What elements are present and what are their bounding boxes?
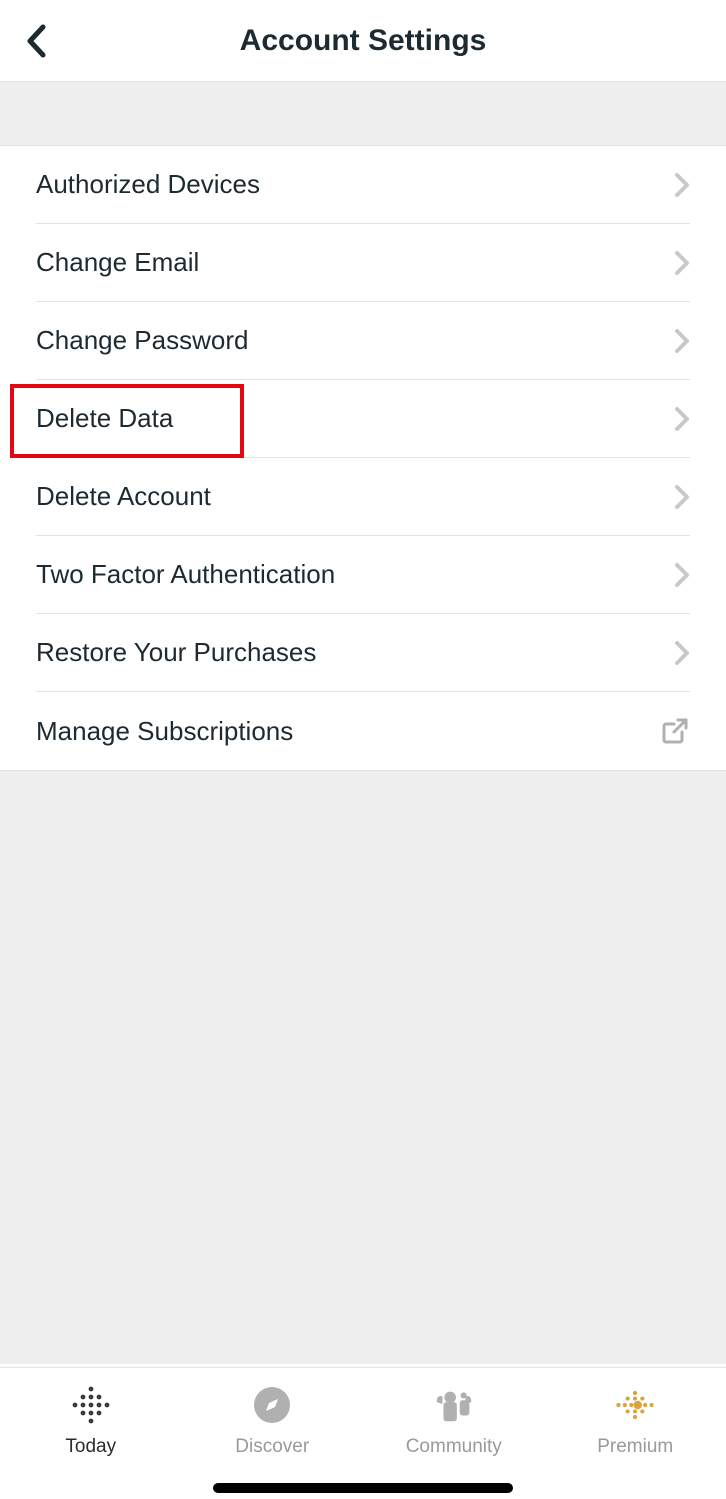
home-indicator[interactable] <box>213 1483 513 1493</box>
row-label: Manage Subscriptions <box>36 716 293 747</box>
people-icon <box>431 1382 477 1428</box>
row-label: Restore Your Purchases <box>36 637 316 668</box>
tab-bar: Today Discover Community <box>0 1367 726 1499</box>
chevron-right-icon <box>674 562 690 588</box>
row-label: Authorized Devices <box>36 169 260 200</box>
tab-label: Community <box>406 1436 502 1458</box>
back-button[interactable] <box>16 21 56 61</box>
settings-list: Authorized Devices Change Email Change P… <box>0 146 726 770</box>
empty-area <box>0 770 726 1364</box>
row-delete-data[interactable]: Delete Data <box>36 380 690 458</box>
chevron-right-icon <box>674 484 690 510</box>
row-delete-account[interactable]: Delete Account <box>36 458 690 536</box>
tab-premium[interactable]: Premium <box>545 1368 726 1499</box>
tab-today[interactable]: Today <box>0 1368 182 1499</box>
external-link-icon <box>660 716 690 746</box>
row-change-email[interactable]: Change Email <box>36 224 690 302</box>
tab-discover[interactable]: Discover <box>182 1368 364 1499</box>
chevron-right-icon <box>674 250 690 276</box>
section-spacer <box>0 82 726 146</box>
today-icon <box>68 1382 114 1428</box>
page-title: Account Settings <box>240 24 487 58</box>
row-change-password[interactable]: Change Password <box>36 302 690 380</box>
compass-icon <box>249 1382 295 1428</box>
chevron-right-icon <box>674 640 690 666</box>
premium-icon <box>612 1382 658 1428</box>
row-label: Two Factor Authentication <box>36 559 335 590</box>
chevron-right-icon <box>674 172 690 198</box>
tab-community[interactable]: Community <box>363 1368 545 1499</box>
tab-label: Today <box>65 1436 116 1458</box>
row-authorized-devices[interactable]: Authorized Devices <box>36 146 690 224</box>
chevron-right-icon <box>674 328 690 354</box>
chevron-left-icon <box>25 24 47 58</box>
tab-label: Premium <box>597 1436 673 1458</box>
row-restore-purchases[interactable]: Restore Your Purchases <box>36 614 690 692</box>
row-label: Delete Account <box>36 481 211 512</box>
tab-label: Discover <box>235 1436 309 1458</box>
row-label: Change Password <box>36 325 248 356</box>
row-label: Delete Data <box>36 403 173 434</box>
row-label: Change Email <box>36 247 199 278</box>
header: Account Settings <box>0 0 726 82</box>
chevron-right-icon <box>674 406 690 432</box>
row-two-factor-authentication[interactable]: Two Factor Authentication <box>36 536 690 614</box>
row-manage-subscriptions[interactable]: Manage Subscriptions <box>36 692 690 770</box>
